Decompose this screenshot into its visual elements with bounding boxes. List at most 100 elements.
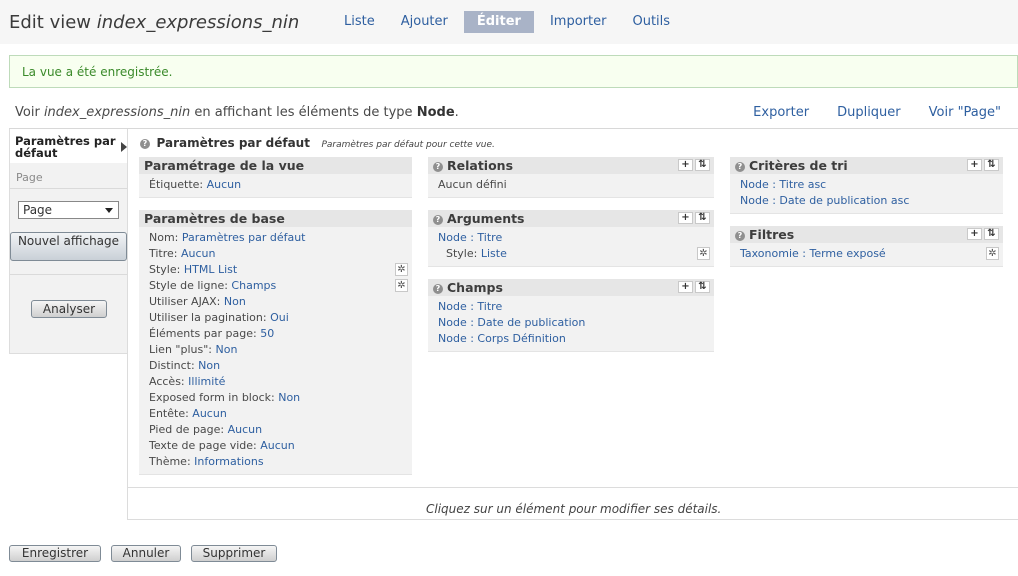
gear-icon[interactable]: ✲: [986, 247, 999, 260]
add-icon[interactable]: +: [678, 281, 693, 293]
rearrange-icon[interactable]: ⇅: [695, 281, 710, 293]
help-icon[interactable]: ?: [433, 162, 443, 172]
list-item[interactable]: Utiliser AJAX: Non: [149, 295, 246, 308]
list-item[interactable]: Pied de page: Aucun: [149, 423, 262, 436]
list-item[interactable]: Node : Date de publication asc: [740, 194, 909, 207]
rearrange-icon[interactable]: ⇅: [984, 159, 999, 171]
rearrange-icon[interactable]: ⇅: [695, 159, 710, 171]
duplicate-link[interactable]: Dupliquer: [837, 105, 901, 120]
view-page-link[interactable]: Voir "Page": [929, 105, 1001, 120]
add-icon[interactable]: +: [678, 159, 693, 171]
display-tab-default[interactable]: Paramètres par défaut: [10, 129, 128, 163]
setting-label: Utiliser AJAX:: [149, 295, 221, 308]
list-item[interactable]: Accès: Illimité: [149, 375, 225, 388]
setting-value[interactable]: HTML List: [184, 263, 237, 276]
tab-importer[interactable]: Importer: [537, 11, 620, 33]
list-item[interactable]: Exposed form in block: Non: [149, 391, 300, 404]
arguments-title: Arguments: [447, 211, 525, 226]
list-item[interactable]: Style de ligne: Champs: [149, 279, 276, 292]
setting-value[interactable]: Aucun: [260, 439, 295, 452]
list-item[interactable]: Taxonomie : Terme exposé: [740, 247, 886, 260]
list-item[interactable]: Utiliser la pagination: Oui: [149, 311, 289, 324]
tab-ajouter[interactable]: Ajouter: [388, 11, 461, 33]
field-value[interactable]: Node : Titre: [438, 300, 502, 313]
tab-editer[interactable]: Éditer: [463, 11, 534, 33]
list-item[interactable]: Titre: Aucun: [149, 247, 216, 260]
view-description-suffix: .: [454, 105, 459, 120]
list-item[interactable]: Node : Titre: [438, 300, 502, 313]
display-type-select-value: Page: [23, 203, 53, 217]
setting-value[interactable]: Aucun: [228, 423, 263, 436]
list-item: Aucun défini: [438, 178, 507, 191]
sort-title: Critères de tri: [749, 158, 848, 173]
sort-value[interactable]: Node : Date de publication asc: [740, 194, 909, 207]
add-icon[interactable]: +: [678, 212, 693, 224]
display-type-select[interactable]: Page: [18, 201, 119, 219]
divider: [10, 274, 128, 275]
header: Edit view index_expressions_nin Liste Aj…: [0, 0, 1018, 44]
list-item[interactable]: Node : Date de publication: [438, 316, 585, 329]
help-icon[interactable]: ?: [433, 284, 443, 294]
setting-value[interactable]: Champs: [231, 279, 276, 292]
add-icon[interactable]: +: [967, 159, 982, 171]
save-button[interactable]: Enregistrer: [9, 545, 101, 562]
list-item[interactable]: Node : Corps Définition: [438, 332, 566, 345]
gear-icon[interactable]: ✲: [395, 279, 408, 292]
setting-value[interactable]: Aucun: [181, 247, 216, 260]
setting-value[interactable]: Non: [216, 343, 238, 356]
tab-liste[interactable]: Liste: [331, 11, 388, 33]
setting-value[interactable]: Non: [224, 295, 246, 308]
setting-label: Accès:: [149, 375, 185, 388]
tabs: Liste Ajouter Éditer Importer Outils: [331, 11, 683, 33]
list-item[interactable]: Éléments par page: 50: [149, 327, 274, 340]
setting-value[interactable]: Non: [278, 391, 300, 404]
export-link[interactable]: Exporter: [753, 105, 809, 120]
page-title-prefix: Edit view: [9, 12, 92, 33]
list-item[interactable]: Node : Titre: [438, 231, 502, 244]
rearrange-icon[interactable]: ⇅: [695, 212, 710, 224]
setting-value[interactable]: Aucun: [207, 178, 242, 191]
setting-value[interactable]: Informations: [194, 455, 263, 468]
tab-outils[interactable]: Outils: [619, 11, 683, 33]
help-icon[interactable]: ?: [140, 139, 150, 149]
cancel-button[interactable]: Annuler: [111, 545, 181, 562]
field-value[interactable]: Node : Corps Définition: [438, 332, 566, 345]
argument-style-label: Style:: [446, 247, 478, 260]
gear-icon[interactable]: ✲: [395, 263, 408, 276]
help-icon[interactable]: ?: [735, 231, 745, 241]
new-display-button[interactable]: Nouvel affichage: [10, 232, 127, 261]
analyse-button[interactable]: Analyser: [31, 300, 107, 318]
setting-value[interactable]: Aucun: [192, 407, 227, 420]
setting-value[interactable]: Oui: [270, 311, 289, 324]
help-icon[interactable]: ?: [433, 215, 443, 225]
relations-header: ? Relations + ⇅: [428, 157, 714, 174]
list-item[interactable]: Node : Titre asc: [740, 178, 826, 191]
setting-value[interactable]: 50: [260, 327, 274, 340]
display-header: ? Paramètres par défaut Paramètres par d…: [140, 136, 495, 150]
sort-value[interactable]: Node : Titre asc: [740, 178, 826, 191]
argument-style-value[interactable]: Liste: [481, 247, 507, 260]
list-item[interactable]: Texte de page vide: Aucun: [149, 439, 295, 452]
filter-value[interactable]: Taxonomie : Terme exposé: [740, 247, 886, 260]
setting-label: Pied de page:: [149, 423, 225, 436]
gear-icon[interactable]: ✲: [697, 247, 710, 260]
add-icon[interactable]: +: [967, 228, 982, 240]
list-item[interactable]: Style: Liste: [446, 247, 507, 260]
display-tab-page[interactable]: Page: [16, 171, 43, 184]
list-item[interactable]: Distinct: Non: [149, 359, 220, 372]
help-icon[interactable]: ?: [735, 162, 745, 172]
list-item[interactable]: Entête: Aucun: [149, 407, 227, 420]
rearrange-icon[interactable]: ⇅: [984, 228, 999, 240]
setting-value[interactable]: Illimité: [188, 375, 225, 388]
list-item[interactable]: Nom: Paramètres par défaut: [149, 231, 306, 244]
display-description: Paramètres par défaut pour cette vue.: [321, 140, 495, 150]
list-item[interactable]: Lien "plus": Non: [149, 343, 237, 356]
delete-button[interactable]: Supprimer: [191, 545, 277, 562]
field-value[interactable]: Node : Date de publication: [438, 316, 585, 329]
setting-value[interactable]: Non: [198, 359, 220, 372]
argument-value[interactable]: Node : Titre: [438, 231, 502, 244]
list-item[interactable]: Étiquette: Aucun: [149, 178, 241, 191]
setting-value[interactable]: Paramètres par défaut: [182, 231, 306, 244]
list-item[interactable]: Thème: Informations: [149, 455, 264, 468]
list-item[interactable]: Style: HTML List: [149, 263, 237, 276]
